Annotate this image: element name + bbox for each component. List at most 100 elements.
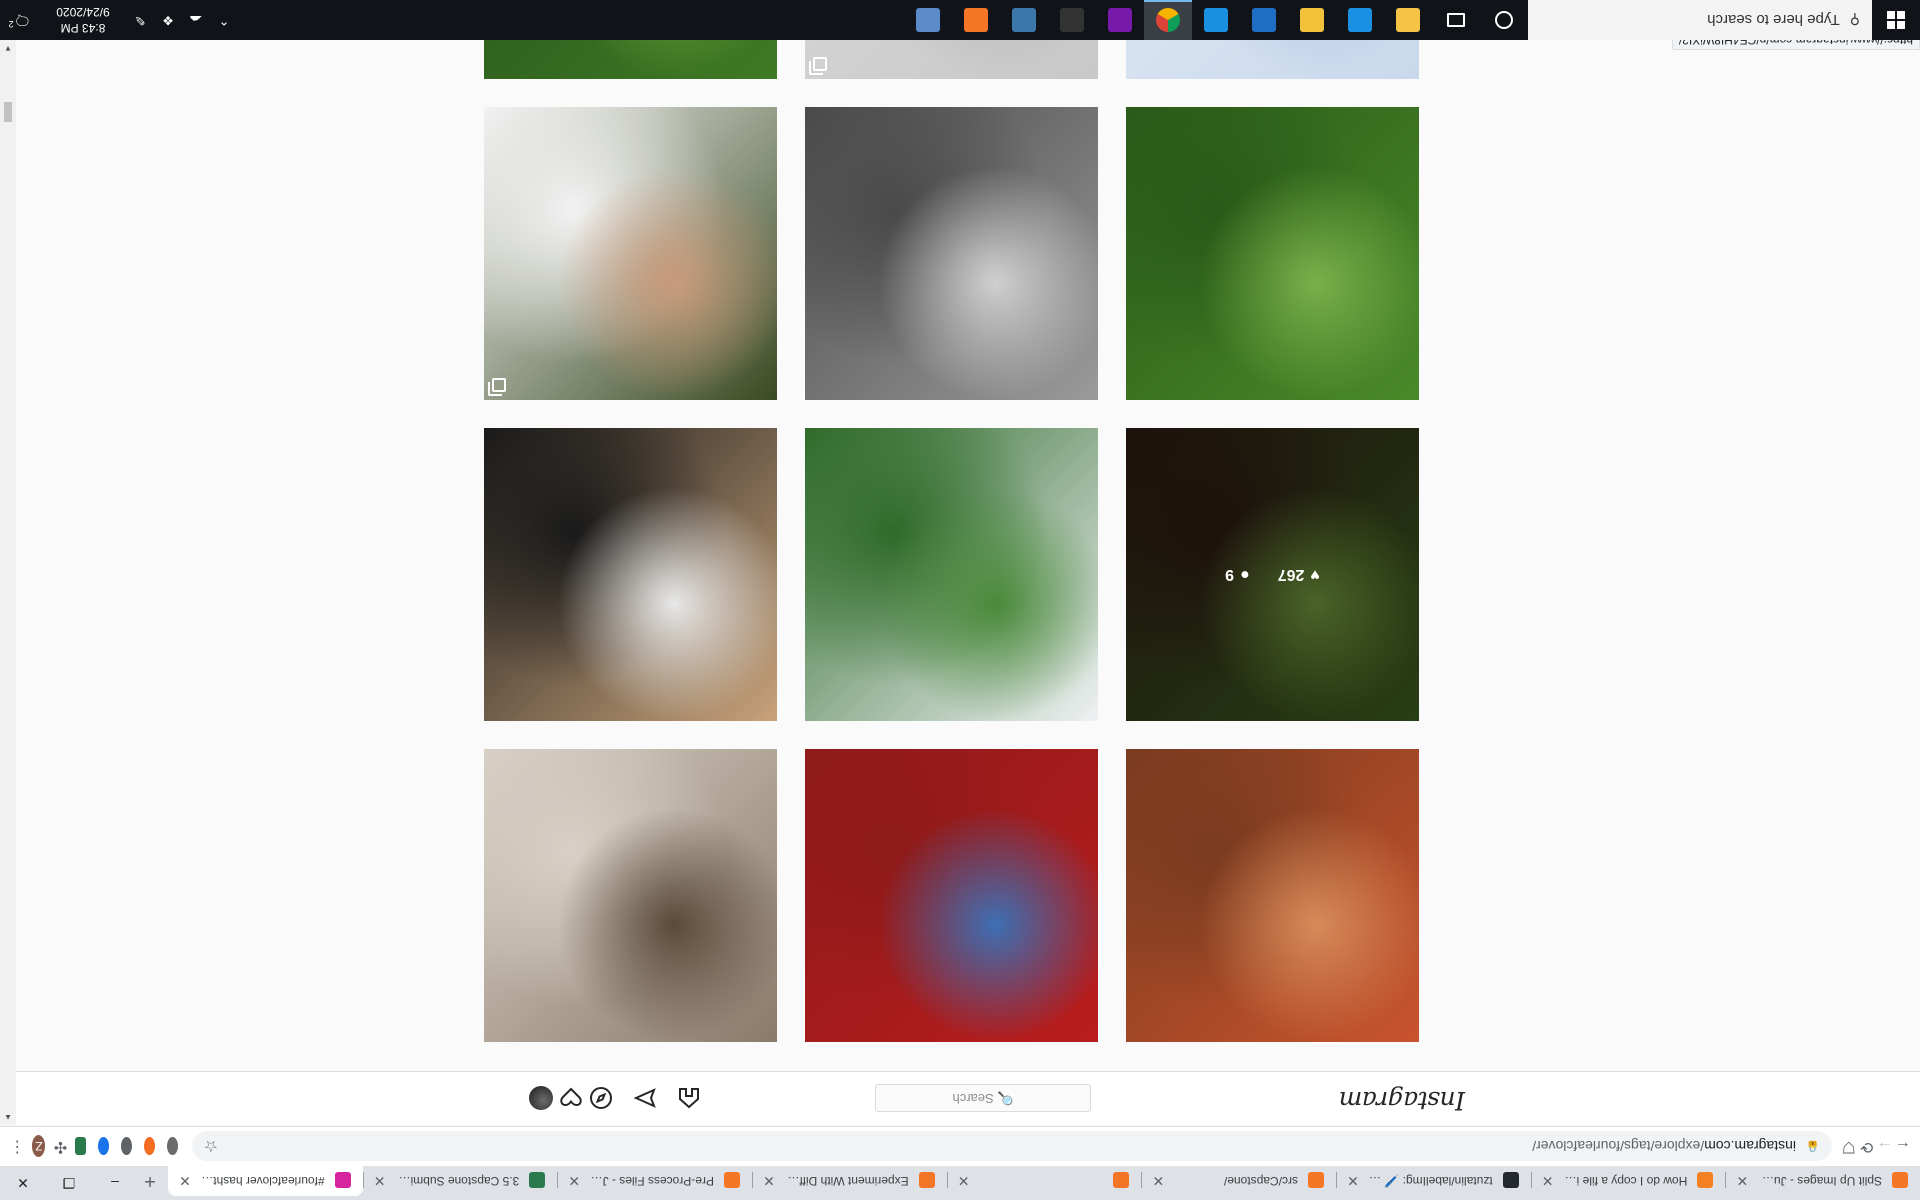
scrollbar-thumb[interactable] (4, 102, 12, 122)
back-button[interactable]: ← (1894, 1132, 1912, 1162)
window-minimize-button[interactable]: – (92, 1166, 138, 1200)
chevron-up-icon[interactable]: ⌃ (212, 12, 236, 28)
browser-tab[interactable]: 3.5 Capstone Submission - I ✕ (363, 1166, 558, 1196)
tab-close-icon[interactable]: ✕ (760, 1172, 778, 1190)
tab-title: Split Up Images - Jupyter N (1755, 1174, 1882, 1188)
browser-tab[interactable]: How do I copy a file in Pyth ✕ (1531, 1166, 1726, 1196)
taskbar-app[interactable] (1432, 0, 1480, 40)
likes-value: 267 (1277, 566, 1305, 584)
window-close-button[interactable]: ✕ (0, 1166, 46, 1200)
forward-button[interactable]: → (1876, 1132, 1894, 1162)
instagram-nav: Instagram 🔍 Search (16, 1071, 1920, 1125)
post-thumbnail[interactable] (484, 749, 777, 1042)
page-scrollbar[interactable]: ▲ ▼ (0, 40, 16, 1125)
browser-tab[interactable]: Split Up Images - Jupyter N ✕ (1725, 1166, 1920, 1196)
taskbar-search-input[interactable]: ⚲ Type here to search (1528, 0, 1872, 40)
browser-tab[interactable]: #fourleafclover hashtag on ✕ (167, 1166, 363, 1196)
post-thumbnail[interactable] (484, 107, 777, 400)
post-thumbnail[interactable] (805, 40, 1098, 79)
messenger-icon[interactable] (633, 1086, 657, 1110)
new-tab-button[interactable]: + (138, 1166, 162, 1194)
tab-favicon-icon (723, 1172, 740, 1188)
url-path: /explore/tags/fourleafclover/ (1532, 1138, 1705, 1155)
profile-avatar[interactable] (529, 1086, 553, 1110)
taskbar-search-placeholder: Type here to search (1707, 11, 1840, 29)
heart-icon: ♥ (1310, 566, 1320, 584)
activity-heart-icon[interactable] (559, 1086, 583, 1110)
tab-close-icon[interactable]: ✕ (176, 1172, 194, 1190)
dropbox-icon[interactable]: ❖ (156, 12, 180, 28)
clock[interactable]: 8:43 PM 9/24/2020 (40, 4, 126, 36)
onedrive-cloud-icon[interactable]: ☁ (184, 12, 208, 28)
taskbar-app[interactable] (952, 0, 1000, 40)
taskbar-app[interactable] (1384, 0, 1432, 40)
taskbar-app[interactable] (1240, 0, 1288, 40)
shield-icon[interactable]: ⛉ (1840, 1132, 1858, 1162)
photos-icon (1204, 8, 1228, 32)
action-center-button[interactable]: 🗨2 (0, 11, 40, 29)
carousel-icon (492, 378, 506, 392)
tab-favicon-icon (1697, 1172, 1714, 1188)
chrome-menu-icon[interactable]: ⋮ (8, 1132, 26, 1162)
home-icon[interactable] (677, 1086, 701, 1110)
tab-close-icon[interactable]: ✕ (1149, 1172, 1167, 1190)
post-thumbnail[interactable] (484, 428, 777, 721)
taskbar-app[interactable] (1336, 0, 1384, 40)
extension-blue-icon[interactable] (98, 1137, 110, 1156)
post-thumbnail[interactable] (1126, 40, 1419, 79)
profile-avatar-button[interactable]: Z (32, 1135, 46, 1158)
scroll-up-arrow-icon[interactable]: ▲ (0, 1109, 16, 1125)
address-bar[interactable]: 🔒 instagram.com /explore/tags/fourleafcl… (191, 1131, 1832, 1162)
browser-tab[interactable]: Experiment With Different ✕ (752, 1166, 947, 1196)
taskbar-app[interactable] (1144, 0, 1192, 40)
screen: Split Up Images - Jupyter N✕How do I cop… (0, 0, 1920, 1200)
taskbar-app[interactable] (904, 0, 952, 40)
browser-tab[interactable]: ✕ (947, 1166, 1142, 1196)
taskbar-app[interactable] (1000, 0, 1048, 40)
post-thumbnail[interactable] (484, 40, 777, 79)
taskbar-app[interactable] (1192, 0, 1240, 40)
notification-icon: 🗨 (13, 12, 32, 29)
tab-close-icon[interactable]: ✕ (1344, 1172, 1362, 1190)
terminal-icon (1060, 8, 1084, 32)
bookmark-star-icon[interactable]: ☆ (204, 1137, 218, 1157)
tab-close-icon[interactable]: ✕ (1733, 1172, 1751, 1190)
chrome-icon (1156, 8, 1180, 32)
extensions-puzzle-icon[interactable]: ✣ (51, 1132, 69, 1162)
tab-close-icon[interactable]: ✕ (1539, 1172, 1557, 1190)
taskbar-app[interactable] (1480, 0, 1528, 40)
tab-close-icon[interactable]: ✕ (371, 1172, 389, 1190)
tab-title: Pre-Process Files - Jupyter (587, 1174, 714, 1188)
explore-icon[interactable] (589, 1086, 613, 1110)
pen-icon[interactable]: ✎ (128, 12, 152, 28)
post-thumbnail[interactable] (805, 749, 1098, 1042)
taskbar-app[interactable] (1048, 0, 1096, 40)
tab-close-icon[interactable]: ✕ (955, 1172, 973, 1190)
post-thumbnail[interactable] (1126, 107, 1419, 400)
post-thumbnail[interactable]: ♥ 267 ● 9 (1126, 428, 1419, 721)
reload-button[interactable]: ⟳ (1858, 1132, 1876, 1162)
post-thumbnail[interactable] (805, 107, 1098, 400)
window-maximize-button[interactable]: ❐ (46, 1166, 92, 1200)
browser-tab[interactable]: tzutalin/labelImg: 🖊️ Label ✕ (1336, 1166, 1531, 1196)
clock-date: 9/24/2020 (56, 5, 110, 19)
python-icon (1012, 8, 1036, 32)
instagram-search-input[interactable]: 🔍 Search (875, 1084, 1091, 1112)
extension-green-icon[interactable] (75, 1137, 87, 1156)
tab-close-icon[interactable]: ✕ (565, 1172, 583, 1190)
start-button[interactable] (1872, 0, 1920, 40)
taskbar-app[interactable] (1288, 0, 1336, 40)
extension-grey-icon[interactable] (121, 1137, 132, 1156)
browser-tab[interactable]: Pre-Process Files - Jupyter ✕ (557, 1166, 752, 1196)
extension-grammarly-icon[interactable] (166, 1137, 178, 1156)
post-thumbnail[interactable] (1126, 749, 1419, 1042)
extension-orange-icon[interactable] (144, 1137, 155, 1156)
post-thumbnail[interactable] (805, 428, 1098, 721)
url-host: instagram.com (1704, 1138, 1796, 1155)
likes-count: ♥ 267 (1278, 566, 1320, 584)
file-explorer-icon (1396, 8, 1420, 32)
instagram-logo[interactable]: Instagram (1339, 1086, 1465, 1115)
browser-tab[interactable]: src/Capstone/ ✕ (1141, 1166, 1336, 1196)
scroll-down-arrow-icon[interactable]: ▼ (0, 40, 16, 56)
taskbar-app[interactable] (1096, 0, 1144, 40)
